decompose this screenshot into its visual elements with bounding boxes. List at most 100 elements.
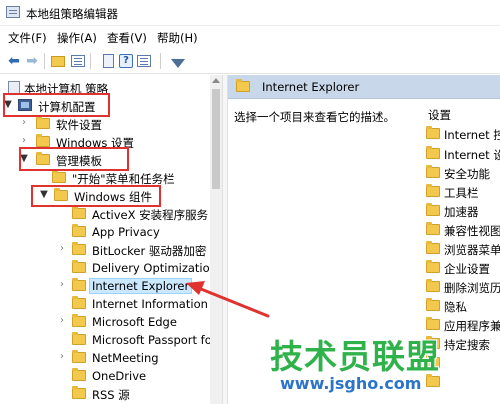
folder-icon <box>426 126 440 139</box>
folder-icon <box>426 146 440 159</box>
setting-item[interactable] <box>424 373 500 391</box>
setting-item[interactable]: 兼容性视图 <box>424 221 500 239</box>
tree-item-software-settings[interactable]: › 软件设置 <box>0 115 210 133</box>
tree-label: Microsoft Passport for <box>92 333 210 347</box>
setting-item[interactable]: 加速器 <box>424 202 500 220</box>
scrollbar-thumb[interactable] <box>212 89 220 189</box>
chevron-right-icon[interactable]: › <box>56 314 68 328</box>
setting-label: 应用程序兼容 <box>444 319 500 333</box>
scroll-up-arrow-icon[interactable] <box>212 78 220 83</box>
setting-label: 浏览器菜单 <box>444 243 500 257</box>
folder-icon <box>36 134 50 147</box>
chevron-right-icon[interactable]: › <box>56 350 68 364</box>
setting-item[interactable] <box>424 354 500 372</box>
filter-icon[interactable] <box>170 53 186 69</box>
folder-icon <box>72 386 86 399</box>
setting-item[interactable]: 工具栏 <box>424 183 500 201</box>
chevron-right-icon[interactable]: › <box>18 116 30 130</box>
tree-item-component[interactable]: App Privacy <box>0 223 210 241</box>
folder-icon <box>52 170 66 183</box>
folder-icon <box>426 336 440 349</box>
setting-item[interactable]: 持定搜索 <box>424 335 500 353</box>
menu-view[interactable]: 查看(V) <box>107 30 147 46</box>
folder-icon <box>426 222 440 235</box>
tree-item-component[interactable]: Delivery Optimization <box>0 259 210 277</box>
help-icon[interactable]: ? <box>118 53 134 69</box>
show-hide-tree-icon[interactable] <box>70 53 86 69</box>
folder-icon <box>72 368 86 381</box>
gpedit-app-icon <box>6 6 20 18</box>
setting-item[interactable]: 应用程序兼容 <box>424 316 500 334</box>
folder-icon <box>426 184 440 197</box>
setting-item[interactable]: 企业设置 <box>424 259 500 277</box>
tree-label: OneDrive <box>92 369 147 383</box>
detail-header: Internet Explorer <box>228 75 500 99</box>
gpedit-window: 本地组策略编辑器 文件(F) 操作(A) 查看(V) 帮助(H) ⬅ ➡ ? 本… <box>0 0 500 404</box>
detail-title: Internet Explorer <box>262 80 360 94</box>
chevron-right-icon[interactable]: › <box>56 242 68 256</box>
tree-label: NetMeeting <box>92 351 159 365</box>
tree-item-component[interactable]: RSS 源 <box>0 385 210 403</box>
tree-item-component[interactable]: Microsoft Passport for <box>0 331 210 349</box>
toolbar-separator <box>90 53 91 69</box>
folder-icon <box>72 260 86 273</box>
tree-label: Delivery Optimization <box>92 261 210 275</box>
menu-action[interactable]: 操作(A) <box>57 30 97 46</box>
folder-icon <box>426 165 440 178</box>
menu-bar: 文件(F) 操作(A) 查看(V) 帮助(H) <box>0 26 500 48</box>
tree-item-component[interactable]: › BitLocker 驱动器加密 <box>0 241 210 259</box>
setting-item[interactable]: 安全功能 <box>424 164 500 182</box>
setting-item[interactable]: 删除浏览历史 <box>424 278 500 296</box>
menu-help[interactable]: 帮助(H) <box>157 30 198 46</box>
tree-label: Internet Explorer <box>88 278 193 294</box>
tree-label: ActiveX 安装程序服务 <box>92 208 209 222</box>
toolbar: ⬅ ➡ ? <box>0 48 500 74</box>
folder-icon <box>426 241 440 254</box>
up-folder-icon[interactable] <box>50 53 66 69</box>
setting-item[interactable]: 隐私 <box>424 297 500 315</box>
folder-icon <box>36 116 50 129</box>
tree-scrollbar[interactable] <box>210 75 222 404</box>
folder-icon <box>72 206 86 219</box>
tree-item-component[interactable]: Internet Information S <box>0 295 210 313</box>
tree-label: 软件设置 <box>56 118 102 132</box>
tree-pane: 本地计算机 策略 ▼ 计算机配置 › 软件设置 › Windows 设置 ▼ 管… <box>0 75 210 404</box>
tree-label: Microsoft Edge <box>92 315 177 329</box>
window-title: 本地组策略编辑器 <box>26 7 118 21</box>
folder-icon <box>72 332 86 345</box>
setting-label: Internet 设置 <box>444 148 500 162</box>
folder-icon <box>72 224 86 237</box>
properties-icon[interactable] <box>100 53 116 69</box>
settings-column-header[interactable]: 设置 <box>428 107 451 123</box>
tree-label: App Privacy <box>92 225 160 239</box>
highlight-box-computer-config <box>3 93 110 117</box>
forward-arrow-icon[interactable]: ➡ <box>24 53 40 69</box>
tree-item-internet-explorer[interactable]: › Internet Explorer <box>0 277 210 295</box>
tree-label: BitLocker 驱动器加密 <box>92 244 207 258</box>
folder-icon <box>426 374 440 387</box>
highlight-box-admin-templates <box>19 147 129 171</box>
menu-file[interactable]: 文件(F) <box>8 30 47 46</box>
tree-item-component[interactable]: OneDrive <box>0 367 210 385</box>
chevron-right-icon[interactable]: › <box>56 278 68 292</box>
folder-icon <box>236 79 250 92</box>
tree-item-component[interactable]: › NetMeeting <box>0 349 210 367</box>
tree-item-component[interactable]: ActiveX 安装程序服务 <box>0 205 210 223</box>
setting-item[interactable]: Internet 设置 <box>424 145 500 163</box>
back-arrow-icon[interactable]: ⬅ <box>6 53 22 69</box>
toolbar-separator <box>44 53 45 69</box>
setting-item[interactable]: 浏览器菜单 <box>424 240 500 258</box>
folder-icon <box>426 260 440 273</box>
folder-icon <box>72 314 86 327</box>
setting-label: Internet 控制 <box>444 128 500 142</box>
setting-label: 隐私 <box>444 300 467 314</box>
folder-icon <box>426 203 440 216</box>
tree-item-component[interactable]: › Microsoft Edge <box>0 313 210 331</box>
folder-icon <box>72 278 86 291</box>
setting-label: 企业设置 <box>444 262 490 276</box>
export-list-icon[interactable] <box>136 53 152 69</box>
folder-icon <box>72 350 86 363</box>
tree-label: Internet Information S <box>92 297 210 311</box>
chevron-right-icon[interactable]: › <box>18 134 30 148</box>
setting-item[interactable]: Internet 控制 <box>424 125 500 143</box>
